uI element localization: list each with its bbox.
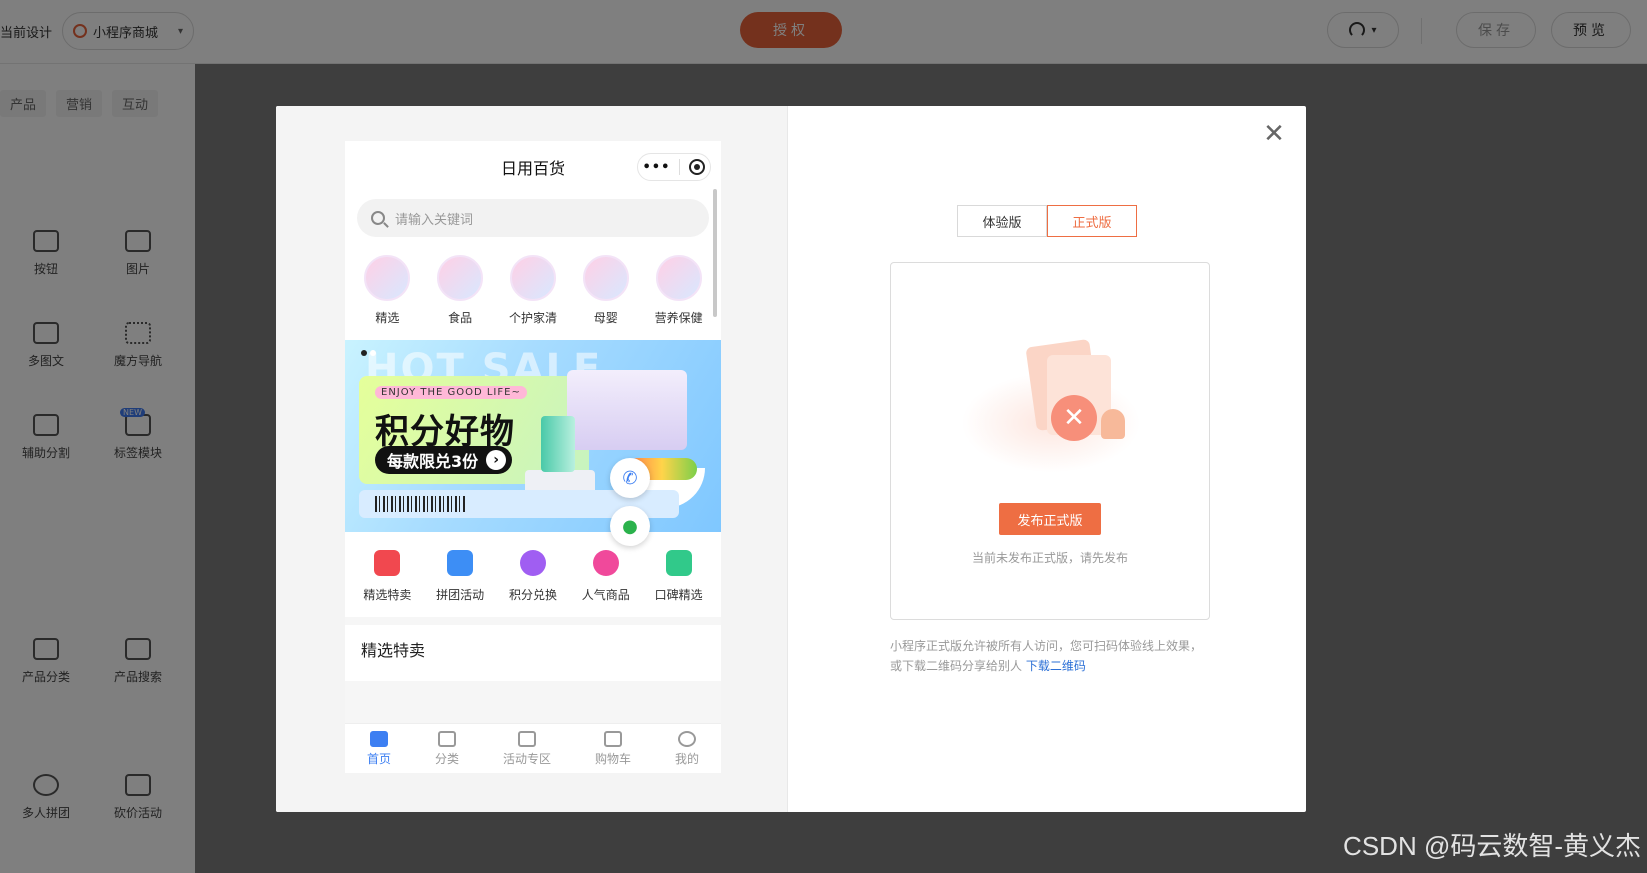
quick-link-label: 口碑精选 <box>654 588 703 602</box>
tab-label: 我的 <box>674 751 699 766</box>
arrow-right-icon: › <box>486 450 507 470</box>
search-input: 请输入关键词 <box>357 199 709 237</box>
carousel-dots <box>361 350 376 356</box>
search-placeholder: 请输入关键词 <box>395 212 474 228</box>
category-label: 食品 <box>448 311 473 325</box>
tab-label: 活动专区 <box>502 751 551 766</box>
publish-release-button[interactable]: 发布正式版 <box>999 503 1101 535</box>
quick-link: 积分兑换 <box>498 550 568 603</box>
yen-coin-icon <box>519 550 546 576</box>
divider <box>679 159 681 175</box>
tab-trial-version[interactable]: 体验版 <box>957 205 1047 237</box>
close-icon[interactable]: ✕ <box>1260 119 1288 149</box>
section-title: 精选特卖 <box>345 625 721 681</box>
promo-banner: HOT SALE ENJOY THE GOOD LIFE~ 积分好物 每款限兑3… <box>345 340 721 532</box>
category-image <box>509 255 556 301</box>
scrollbar <box>713 189 717 317</box>
banner-tagline: ENJOY THE GOOD LIFE~ <box>375 386 527 399</box>
tab-profile: 我的 <box>674 730 699 767</box>
qr-code-panel: ✕ 发布正式版 当前未发布正式版，请先发布 <box>890 262 1210 620</box>
category-label: 个护家清 <box>508 311 557 325</box>
category-image <box>655 255 702 301</box>
tab-label: 购物车 <box>594 751 631 766</box>
category-item: 母婴 <box>573 255 639 326</box>
not-published-illustration: ✕ <box>951 333 1151 473</box>
gift-icon <box>517 730 536 747</box>
barcode-icon <box>375 496 465 512</box>
quick-link-label: 人气商品 <box>581 588 630 602</box>
banner-pill: 每款限兑3份 › <box>375 446 513 474</box>
category-item: 食品 <box>427 255 493 326</box>
quick-link-label: 积分兑换 <box>508 588 557 602</box>
not-published-hint: 当前未发布正式版，请先发布 <box>971 551 1128 565</box>
close-target-icon <box>689 159 706 175</box>
category-label: 精选 <box>375 311 400 325</box>
search-bar: 请输入关键词 <box>345 193 721 247</box>
page-title: 日用百货 <box>500 159 565 178</box>
tab-activities: 活动专区 <box>502 730 551 767</box>
tab-cart: 购物车 <box>594 730 631 767</box>
category-item: 营养保健 <box>646 255 712 326</box>
thumbs-up-icon <box>665 550 692 576</box>
clock-icon <box>592 550 619 576</box>
tab-release-version[interactable]: 正式版 <box>1047 205 1137 237</box>
tab-label: 分类 <box>434 751 459 766</box>
banner-pill-text: 每款限兑3份 <box>387 452 479 471</box>
capsule-menu: ••• <box>637 153 711 181</box>
category-label: 母婴 <box>593 311 618 325</box>
category-item: 精选 <box>354 255 420 326</box>
home-icon <box>369 730 388 747</box>
phone-call-icon: ✆ <box>610 458 650 498</box>
category-image <box>364 255 411 301</box>
watermark: CSDN @码云数智-黄义杰 <box>1343 831 1641 861</box>
preview-panel: 日用百货 ••• 请输入关键词 精选 食品 个护家清 母婴 营养保健 HOT S… <box>276 106 788 812</box>
clipboard-icon <box>437 730 456 747</box>
quick-link: 人气商品 <box>571 550 641 603</box>
quick-link-label: 精选特卖 <box>363 588 412 602</box>
category-row: 精选 食品 个护家清 母婴 营养保健 <box>345 247 721 340</box>
cart-icon <box>447 550 474 576</box>
toothpaste-image <box>541 416 575 472</box>
tab-category: 分类 <box>434 730 459 767</box>
quick-link-row: 精选特卖 拼团活动 积分兑换 人气商品 口碑精选 <box>345 532 721 617</box>
cart-icon <box>603 730 622 747</box>
wechat-icon: ● <box>610 506 650 546</box>
mini-program-header: 日用百货 ••• <box>345 141 721 193</box>
publish-dialog: 日用百货 ••• 请输入关键词 精选 食品 个护家清 母婴 营养保健 HOT S… <box>276 106 1306 812</box>
category-item: 个护家清 <box>500 255 566 326</box>
quick-link-label: 拼团活动 <box>436 588 485 602</box>
user-icon <box>677 730 696 747</box>
tab-home: 首页 <box>366 730 391 767</box>
search-icon <box>371 211 385 225</box>
category-image <box>437 255 484 301</box>
error-x-icon: ✕ <box>1051 395 1097 441</box>
quick-link: 口碑精选 <box>644 550 714 603</box>
phone-preview: 日用百货 ••• 请输入关键词 精选 食品 个护家清 母婴 营养保健 HOT S… <box>345 141 721 773</box>
download-qr-link[interactable]: 下载二维码 <box>1026 659 1086 673</box>
phone-tab-bar: 首页 分类 活动专区 购物车 我的 <box>345 723 721 773</box>
quick-link: 拼团活动 <box>425 550 495 603</box>
category-image <box>582 255 629 301</box>
release-description: 小程序正式版允许被所有人访问，您可扫码体验线上效果，或下载二维码分享给别人 下载… <box>890 636 1210 676</box>
more-icon: ••• <box>642 159 671 175</box>
category-label: 营养保健 <box>654 311 703 325</box>
tissue-box-image <box>567 370 687 450</box>
tag-icon <box>374 550 401 576</box>
tab-label: 首页 <box>366 751 391 766</box>
version-switch: 体验版 正式版 <box>957 205 1137 237</box>
quick-link: 精选特卖 <box>352 550 422 603</box>
